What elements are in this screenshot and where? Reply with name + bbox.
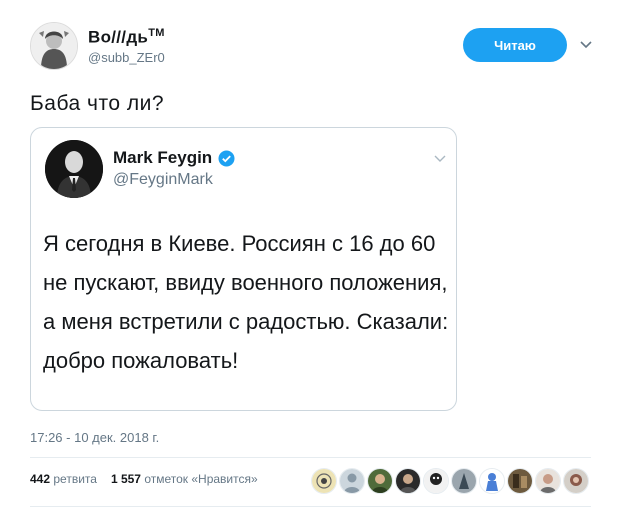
liker-avatar[interactable] — [339, 468, 365, 494]
chevron-down-icon[interactable] — [432, 150, 448, 166]
liker-avatar[interactable] — [423, 468, 449, 494]
liker-avatar[interactable] — [563, 468, 589, 494]
liker-avatar-icon — [564, 469, 588, 493]
tweet-header: Во///дьTM @subb_ZEr0 Читаю — [30, 18, 601, 74]
author-avatar[interactable] — [30, 22, 78, 70]
tweet-timestamp[interactable]: 17:26 - 10 дек. 2018 г. — [30, 430, 159, 445]
liker-avatar-icon — [480, 469, 504, 493]
likes-count: 1 557 — [110, 472, 141, 486]
retweets-label: ретвита — [53, 472, 97, 486]
liker-avatar[interactable] — [367, 468, 393, 494]
divider-bottom — [30, 506, 591, 507]
author-handle[interactable]: @subb_ZEr0 — [88, 50, 165, 65]
quoted-name-text: Mark Feygin — [113, 148, 213, 167]
quoted-display-name[interactable]: Mark Feygin — [113, 148, 235, 168]
quoted-tweet-text: Я сегодня в Киеве. Россиян с 16 до 60 не… — [43, 231, 449, 373]
liker-avatar[interactable] — [395, 468, 421, 494]
following-button[interactable]: Читаю — [463, 28, 567, 62]
quoted-handle[interactable]: @FeyginMark — [113, 171, 235, 189]
retweets-count: 442 — [30, 472, 51, 486]
liker-avatar[interactable] — [311, 468, 337, 494]
liker-avatar-icon — [368, 469, 392, 493]
liker-avatar-icon — [340, 469, 364, 493]
liker-avatar[interactable] — [451, 468, 477, 494]
quoted-author-block: Mark Feygin @FeyginMark — [113, 148, 235, 189]
avatar-portrait-icon — [45, 140, 103, 198]
liker-avatar-icon — [424, 469, 448, 493]
quoted-author-avatar[interactable] — [45, 140, 103, 198]
avatar-portrait-icon — [31, 23, 77, 69]
liker-avatar-icon — [536, 469, 560, 493]
engagement-stats: 442 ретвита 1 557 отметок «Нравится» — [30, 472, 258, 486]
verified-badge-icon — [218, 150, 235, 166]
liker-avatar[interactable] — [535, 468, 561, 494]
retweets-stat[interactable]: 442 ретвита — [30, 472, 97, 486]
likes-label: отметок «Нравится» — [144, 472, 258, 486]
liker-avatar-icon — [396, 469, 420, 493]
tweet-text: Баба что ли? — [30, 92, 165, 115]
chevron-down-icon[interactable] — [577, 36, 595, 54]
divider-top — [30, 457, 591, 458]
trademark-sign: TM — [148, 27, 165, 39]
quoted-tweet-card[interactable]: Mark Feygin @FeyginMark Я сегодня в Киев… — [30, 127, 457, 411]
likes-stat[interactable]: 1 557 отметок «Нравится» — [111, 472, 258, 486]
likers-avatars — [311, 468, 589, 494]
liker-avatar-icon — [452, 469, 476, 493]
liker-avatar-icon — [312, 469, 336, 493]
author-display-name[interactable]: Во///дьTM — [88, 27, 165, 48]
author-name-text: Во///дь — [88, 27, 149, 47]
liker-avatar[interactable] — [507, 468, 533, 494]
liker-avatar-icon — [508, 469, 532, 493]
author-name-block: Во///дьTM @subb_ZEr0 — [88, 27, 165, 65]
liker-avatar[interactable] — [479, 468, 505, 494]
